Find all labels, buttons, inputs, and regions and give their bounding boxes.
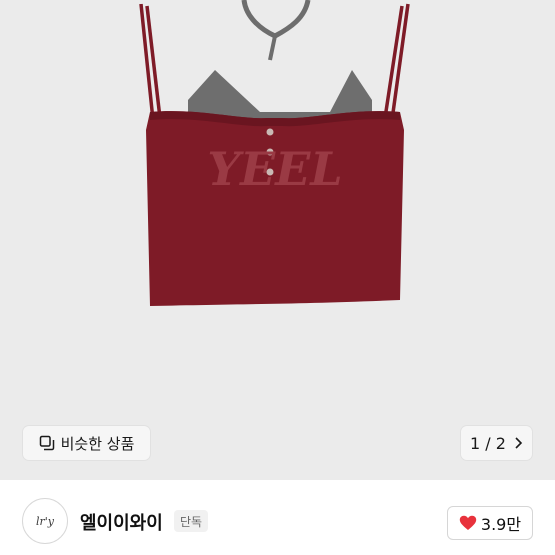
- product-image-area[interactable]: YEEL 비슷한 상품 1 / 2: [0, 0, 555, 480]
- shop-name[interactable]: 엘이이와이: [80, 509, 163, 535]
- similar-products-button[interactable]: 비슷한 상품: [23, 426, 150, 460]
- shop-avatar[interactable]: lr'y: [22, 498, 68, 544]
- like-button[interactable]: 3.9만: [447, 506, 533, 540]
- similar-products-label: 비슷한 상품: [60, 434, 135, 453]
- image-pager[interactable]: 1 / 2: [461, 426, 532, 460]
- pager-text: 1 / 2: [470, 433, 506, 453]
- copy-icon: [39, 435, 54, 451]
- avatar-logo-text: lr'y: [35, 514, 54, 528]
- shop-bar: lr'y 엘이이와이 단독 3.9만: [0, 480, 555, 555]
- chevron-right-icon: [515, 437, 523, 449]
- garment-print: YEEL: [207, 142, 342, 196]
- product-image: YEEL: [139, 0, 410, 306]
- heart-icon: [459, 515, 477, 530]
- like-count: 3.9만: [480, 515, 522, 534]
- exclusive-badge: 단독: [174, 510, 209, 532]
